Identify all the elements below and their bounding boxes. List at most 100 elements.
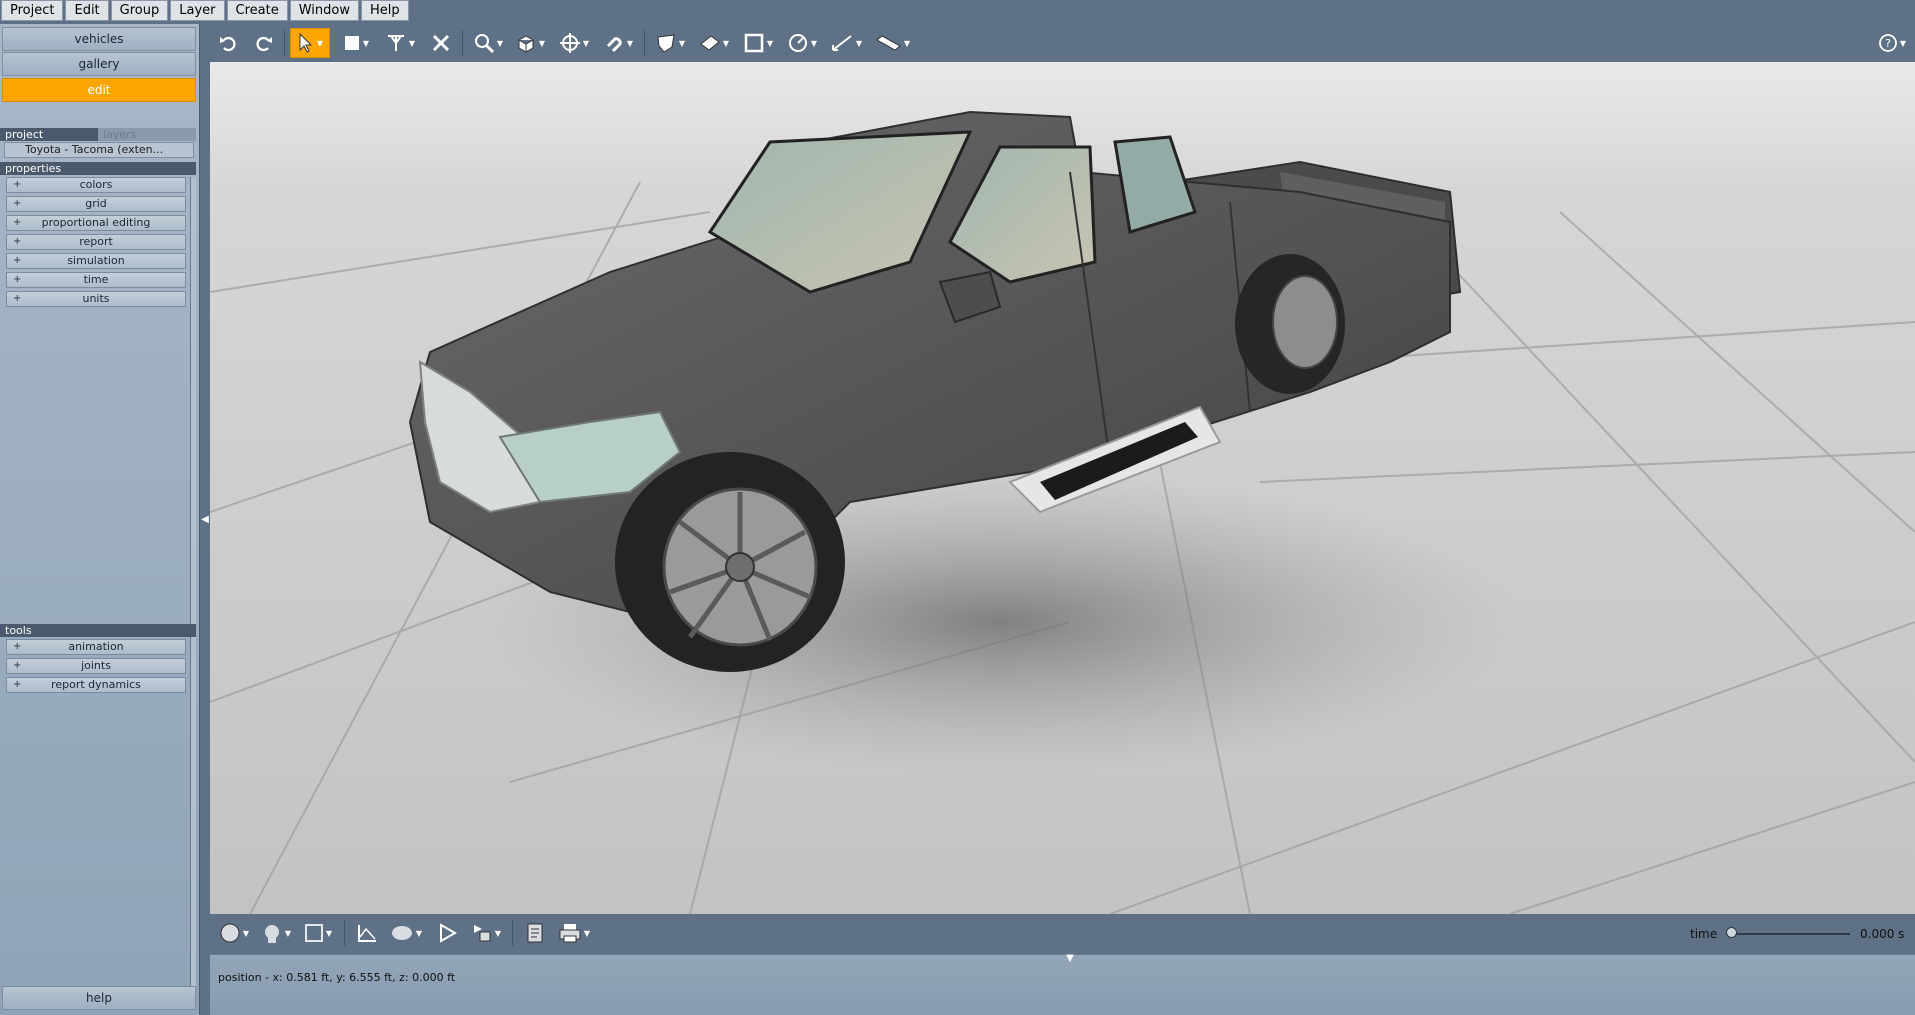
time-slider[interactable] (1730, 933, 1850, 935)
box-icon[interactable]: ▼ (510, 28, 550, 58)
menu-group[interactable]: Group (110, 0, 169, 21)
properties-scrollbar[interactable] (190, 177, 196, 639)
chevron-down-icon: ▼ (362, 38, 370, 48)
vehicles-button[interactable]: vehicles (2, 27, 196, 51)
3d-viewport[interactable] (210, 62, 1915, 914)
rear-rim (1272, 275, 1338, 369)
expand-icon: + (13, 679, 22, 690)
head-view-icon[interactable]: ▼ (256, 918, 296, 948)
shield-icon[interactable]: ▼ (650, 28, 690, 58)
toolbar-separator (284, 30, 285, 56)
chevron-down-icon: ▼ (325, 928, 333, 938)
expand-icon: + (13, 274, 22, 285)
menu-project[interactable]: Project (1, 0, 64, 21)
expand-icon: + (13, 255, 22, 266)
render-queue-icon[interactable]: ▼ (466, 918, 506, 948)
project-tree-item[interactable]: Toyota - Tacoma (exten... (4, 142, 194, 158)
zoom-icon[interactable]: ▼ (468, 28, 508, 58)
play-icon[interactable] (430, 918, 464, 948)
chevron-down-icon: ▼ (722, 38, 730, 48)
chevron-down-icon: ▼ (582, 38, 590, 48)
joint-icon[interactable]: ▼ (380, 28, 420, 58)
expand-icon: + (13, 217, 22, 228)
chevron-down-icon: ▼ (678, 38, 686, 48)
property-simulation[interactable]: + simulation (6, 253, 186, 269)
expand-icon: + (13, 660, 22, 671)
edit-button[interactable]: edit (2, 78, 196, 102)
bottom-toolbar: ▼ ▼ ▼ ▼ ▼ ▼ time 0.000 s (210, 914, 1915, 954)
chevron-down-icon: ▼ (496, 38, 504, 48)
property-label: colors (79, 178, 113, 191)
rectangle-select-icon[interactable]: ▼ (336, 28, 376, 58)
property-report[interactable]: + report (6, 234, 186, 250)
help-icon[interactable]: ? ▼ (1872, 28, 1912, 58)
time-slider-thumb[interactable] (1726, 927, 1737, 938)
gallery-button[interactable]: gallery (2, 52, 196, 76)
viewport-frame-icon[interactable]: ▼ (298, 918, 338, 948)
tool-report-dynamics[interactable]: + report dynamics (6, 677, 186, 693)
property-units[interactable]: + units (6, 291, 186, 307)
property-colors[interactable]: + colors (6, 177, 186, 193)
tab-layers[interactable]: layers (98, 128, 196, 141)
expand-icon: + (13, 179, 22, 190)
chevron-down-icon: ▼ (284, 928, 292, 938)
menu-window[interactable]: Window (289, 0, 359, 21)
menu-help[interactable]: Help (360, 0, 409, 21)
property-label: time (83, 273, 109, 286)
property-label: proportional editing (41, 216, 151, 229)
front-hub (725, 552, 755, 582)
menu-bar: Project Edit Group Layer Create Window H… (0, 0, 409, 22)
tools-scrollbar[interactable] (190, 639, 196, 1004)
print-icon[interactable]: ▼ (554, 918, 594, 948)
property-grid[interactable]: + grid (6, 196, 186, 212)
toolbar: ▼ ▼ ▼ ▼ ▼ ▼ ▼ ▼ ▼ ▼ ▼ ▼ ▼ ? ▼ (210, 24, 1915, 62)
gauge-icon[interactable]: ▼ (782, 28, 822, 58)
select-arrow-icon[interactable]: ▼ (290, 28, 330, 58)
menu-create[interactable]: Create (226, 0, 288, 21)
redo-icon[interactable] (246, 28, 280, 58)
report-icon[interactable] (518, 918, 552, 948)
delete-icon[interactable] (424, 28, 458, 58)
time-label: time (1690, 927, 1718, 941)
help-button[interactable]: help (2, 986, 196, 1010)
property-label: report (79, 235, 113, 248)
property-label: simulation (67, 254, 125, 267)
menu-layer[interactable]: Layer (170, 0, 225, 21)
tool-animation[interactable]: + animation (6, 639, 186, 655)
move-icon[interactable]: ▼ (554, 28, 594, 58)
graph-icon[interactable] (350, 918, 384, 948)
panel-tabs: project layers (0, 128, 196, 141)
property-label: grid (85, 197, 107, 210)
tools-header: tools (0, 624, 196, 637)
position-readout: position - x: 0.581 ft, y: 6.555 ft, z: … (218, 971, 456, 984)
tool-joints[interactable]: + joints (6, 658, 186, 674)
undo-icon[interactable] (212, 28, 246, 58)
expand-icon: + (13, 236, 22, 247)
property-proportional-editing[interactable]: + proportional editing (6, 215, 186, 231)
menu-edit[interactable]: Edit (65, 0, 109, 21)
shading-sphere-icon[interactable]: ▼ (214, 918, 254, 948)
expand-panel-icon[interactable]: ▼ (1060, 953, 1080, 964)
camera-icon[interactable]: ▼ (386, 918, 426, 948)
svg-text:?: ? (1885, 37, 1891, 50)
toolbar-separator (512, 920, 513, 946)
collapse-panel-icon[interactable]: ◀ (200, 510, 210, 530)
tab-project[interactable]: project (0, 128, 98, 141)
left-panel: vehicles gallery edit project layers Toy… (0, 24, 200, 1015)
tool-label: joints (81, 659, 111, 672)
plane-icon[interactable]: ▼ (694, 28, 734, 58)
magnet-icon[interactable]: ▼ (598, 28, 638, 58)
chevron-down-icon: ▼ (766, 38, 774, 48)
ruler-icon[interactable]: ▼ (870, 28, 914, 58)
property-time[interactable]: + time (6, 272, 186, 288)
chevron-down-icon: ▼ (583, 928, 591, 938)
frame-icon[interactable]: ▼ (738, 28, 778, 58)
chevron-down-icon: ▼ (415, 928, 423, 938)
property-label: units (82, 292, 110, 305)
toolbar-separator (462, 30, 463, 56)
toolbar-separator (344, 920, 345, 946)
chevron-down-icon: ▼ (626, 38, 634, 48)
measure-icon[interactable]: ▼ (826, 28, 866, 58)
chevron-down-icon: ▼ (1899, 38, 1907, 48)
status-bar: ▼ position - x: 0.581 ft, y: 6.555 ft, z… (210, 953, 1915, 1015)
